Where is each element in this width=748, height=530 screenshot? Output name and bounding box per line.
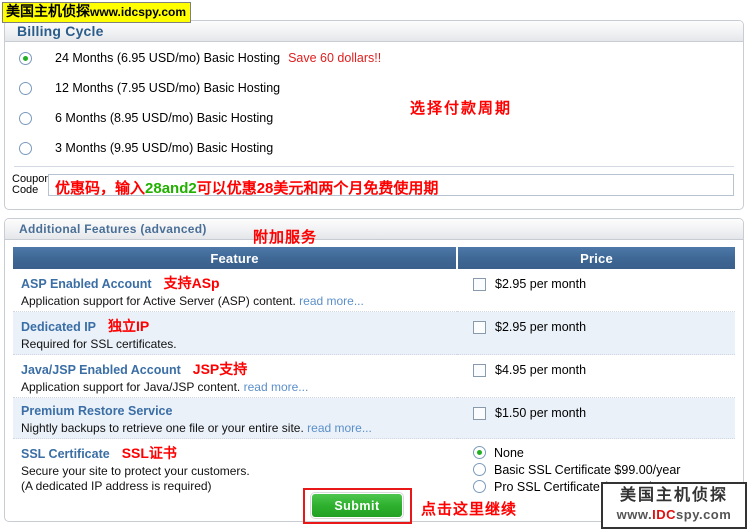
bottom-watermark-url: www.IDCspy.com [603,506,745,523]
checkbox-java-jsp-enabled-account[interactable] [473,363,486,377]
annotation-additional-features: 附加服务 [253,229,318,246]
column-header-price: Price [457,247,735,269]
feature-description: Nightly backups to retrieve one file or … [21,421,457,435]
submit-button[interactable]: Submit [311,493,403,518]
coupon-label-line1: Coupon [12,172,51,185]
annotation-billing-cycle: 选择付款周期 [410,100,513,117]
feature-annotation: SSL证书 [121,445,177,461]
price-label: $1.50 per month [495,406,587,420]
feature-name: Premium Restore Service [21,404,173,418]
table-row: Dedicated IP 独立IP Required for SSL certif… [13,311,735,355]
bottom-watermark-url-idc: IDC [652,507,677,522]
billing-option-label: 12 Months (7.95 USD/mo) Basic Hosting [55,81,281,95]
read-more-link[interactable]: read more... [307,421,372,435]
billing-option-24-months[interactable]: 24 Months (6.95 USD/mo) Basic Hosting Sa… [5,43,743,73]
radio-24-months[interactable] [19,51,32,65]
price-line[interactable]: $1.50 per month [473,402,735,424]
billing-option-save-note: Save 60 dollars!! [288,51,382,65]
checkbox-dedicated-ip[interactable] [473,320,486,334]
price-cell-java-jsp: $4.95 per month [457,354,735,398]
price-cell-dedicated-ip: $2.95 per month [457,311,735,355]
feature-cell-asp: ASP Enabled Account 支持ASp Application sup… [13,269,457,312]
checkbox-premium-restore-service[interactable] [473,406,486,420]
radio-ssl-pro[interactable] [473,480,486,493]
price-label: $4.95 per month [495,363,587,377]
bottom-watermark-url-spy: spy.com [676,507,732,522]
feature-description: Application support for Java/JSP content… [21,380,457,394]
coupon-label: Coupon Code [12,172,51,197]
radio-3-months[interactable] [19,141,32,155]
feature-description-line1: Secure your site to protect your custome… [21,464,250,478]
ssl-option-none[interactable]: None [473,444,735,461]
checkbox-asp-enabled-account[interactable] [473,277,486,291]
feature-description-text: Required for SSL certificates. [21,337,177,351]
feature-name: Dedicated IP [21,320,97,334]
feature-cell-premium-restore: Premium Restore Service Nightly backups … [13,397,457,439]
page-root: 美国主机侦探www.idcspy.com Billing Cycle 24 Mo… [0,0,748,530]
ssl-option-label: Basic SSL Certificate $99.00/year [494,462,681,477]
billing-option-label: 24 Months (6.95 USD/mo) Basic Hosting [55,51,281,65]
price-line[interactable]: $2.95 per month [473,316,735,338]
column-header-feature: Feature [13,247,458,269]
additional-features-title: Additional Features (advanced) [19,222,207,236]
feature-annotation: JSP支持 [192,361,248,377]
price-label: $2.95 per month [495,277,587,291]
additional-features-header: Additional Features (advanced) [5,219,743,240]
feature-description-text: Application support for Active Server (A… [21,294,296,308]
price-line[interactable]: $2.95 per month [473,273,735,295]
coupon-value-pre: 优惠码，输入 [55,180,146,196]
feature-annotation: 独立IP [108,318,150,334]
billing-option-12-months[interactable]: 12 Months (7.95 USD/mo) Basic Hosting [5,73,743,103]
billing-cycle-title: Billing Cycle [17,23,104,39]
billing-cycle-header: Billing Cycle [5,21,743,42]
feature-description: Application support for Active Server (A… [21,294,457,308]
coupon-code-value: 优惠码，输入28and2可以优惠28美元和两个月免费使用期 [55,177,439,196]
feature-name: ASP Enabled Account [21,277,152,291]
price-cell-asp: $2.95 per month [457,269,735,312]
radio-ssl-none[interactable] [473,446,486,459]
feature-description: Required for SSL certificates. [21,337,457,351]
ssl-option-label: None [494,445,524,460]
billing-cycle-options: 24 Months (6.95 USD/mo) Basic Hosting Sa… [5,43,743,163]
bottom-watermark: 美国主机侦探 www.IDCspy.com [601,482,747,529]
annotation-submit: 点击这里继续 [421,501,518,518]
read-more-link[interactable]: read more... [299,294,364,308]
coupon-value-post: 可以优惠28美元和两个月免费使用期 [196,180,439,196]
feature-cell-dedicated-ip: Dedicated IP 独立IP Required for SSL certif… [13,311,457,355]
feature-name: Java/JSP Enabled Account [21,363,181,377]
coupon-row: Coupon Code 优惠码，输入28and2可以优惠28美元和两个月免费使用… [12,170,734,200]
feature-annotation: 支持ASp [163,275,220,291]
radio-6-months[interactable] [19,111,32,125]
top-watermark-url: www.idcspy.com [90,5,187,19]
top-watermark: 美国主机侦探www.idcspy.com [2,2,192,23]
coupon-code-input[interactable]: 优惠码，输入28and2可以优惠28美元和两个月免费使用期 [48,174,734,196]
billing-option-label: 3 Months (9.95 USD/mo) Basic Hosting [55,141,274,155]
table-row: Premium Restore Service Nightly backups … [13,397,735,439]
features-table: Feature Price ASP Enabled Account 支持ASp A… [13,247,735,498]
feature-description-text: Application support for Java/JSP content… [21,380,241,394]
feature-cell-java-jsp: Java/JSP Enabled Account JSP支持 Applicatio… [13,354,457,398]
billing-option-3-months[interactable]: 3 Months (9.95 USD/mo) Basic Hosting [5,133,743,163]
additional-features-panel: Additional Features (advanced) Feature P… [4,218,744,522]
top-watermark-cn: 美国主机侦探 [6,3,90,19]
coupon-value-code: 28and2 [145,180,197,196]
features-table-header-row: Feature Price [13,247,735,269]
price-line[interactable]: $4.95 per month [473,359,735,381]
bottom-watermark-cn: 美国主机侦探 [619,487,728,504]
price-cell-premium-restore: $1.50 per month [457,397,735,439]
feature-name: SSL Certificate [21,447,110,461]
bottom-watermark-url-www: www. [616,507,653,522]
ssl-option-basic[interactable]: Basic SSL Certificate $99.00/year [473,461,735,478]
billing-divider [14,166,734,167]
read-more-link[interactable]: read more... [244,380,309,394]
feature-description-text: Nightly backups to retrieve one file or … [21,421,304,435]
billing-option-label: 6 Months (8.95 USD/mo) Basic Hosting [55,111,274,125]
radio-12-months[interactable] [19,81,32,95]
price-label: $2.95 per month [495,320,587,334]
billing-option-6-months[interactable]: 6 Months (8.95 USD/mo) Basic Hosting [5,103,743,133]
radio-ssl-basic[interactable] [473,463,486,476]
coupon-label-line2: Code [12,184,39,196]
table-row: ASP Enabled Account 支持ASp Application sup… [13,269,735,312]
table-row: Java/JSP Enabled Account JSP支持 Applicatio… [13,354,735,398]
